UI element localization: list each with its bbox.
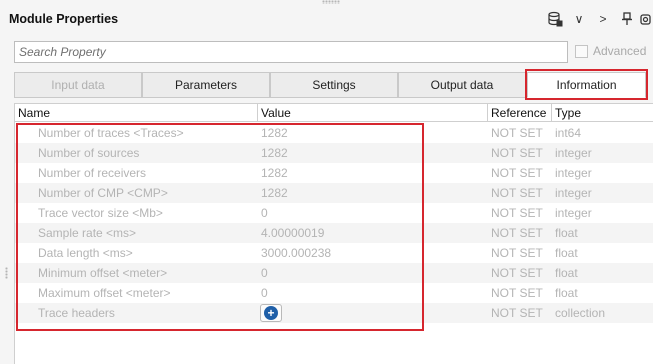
chevron-down-glyph: ∨	[574, 12, 584, 26]
row-reference: NOT SET	[491, 266, 543, 280]
table-row[interactable]: Trace headers + NOT SET collection	[15, 303, 653, 323]
tab-parameters[interactable]: Parameters	[142, 72, 270, 98]
column-header-name[interactable]: Name	[15, 104, 258, 122]
row-value[interactable]: 0	[261, 203, 268, 223]
table-row[interactable]: Number of sources 1282 NOT SET integer	[15, 143, 653, 163]
tab-settings[interactable]: Settings	[270, 72, 398, 98]
row-name: Number of CMP <CMP>	[38, 186, 168, 200]
tab-input-data-label: Input data	[51, 78, 105, 92]
row-type: integer	[555, 146, 592, 160]
row-value[interactable]: 0	[261, 283, 268, 303]
tab-bar: Input data Parameters Settings Output da…	[14, 72, 653, 98]
row-value[interactable]: 1282	[261, 163, 288, 183]
row-reference: NOT SET	[491, 246, 543, 260]
drag-grip-icon[interactable]	[322, 0, 340, 4]
panel-title: Module Properties	[9, 12, 119, 26]
row-name: Number of receivers	[38, 166, 147, 180]
row-value[interactable]: 1282	[261, 183, 288, 203]
row-reference: NOT SET	[491, 306, 543, 320]
table-row[interactable]: Number of receivers 1282 NOT SET integer	[15, 163, 653, 183]
side-splitter-grip[interactable]	[5, 267, 8, 279]
restore-icon[interactable]	[639, 9, 653, 29]
table-row[interactable]: Sample rate <ms> 4.00000019 NOT SET floa…	[15, 223, 653, 243]
row-type: integer	[555, 206, 592, 220]
chevron-right-icon[interactable]: >	[591, 9, 615, 29]
tab-settings-label: Settings	[312, 78, 356, 92]
grid-header: Name Value Reference Type	[15, 103, 653, 122]
row-name: Trace headers	[38, 306, 115, 320]
table-row[interactable]: Maximum offset <meter> 0 NOT SET float	[15, 283, 653, 303]
row-reference: NOT SET	[491, 146, 543, 160]
row-value[interactable]: 3000.000238	[261, 243, 331, 263]
row-reference: NOT SET	[491, 226, 543, 240]
table-row[interactable]: Number of traces <Traces> 1282 NOT SET i…	[15, 123, 653, 143]
tab-output-data-label: Output data	[430, 78, 494, 92]
property-grid: Name Value Reference Type Number of trac…	[14, 103, 653, 364]
table-row[interactable]: Minimum offset <meter> 0 NOT SET float	[15, 263, 653, 283]
advanced-checkbox-label: Advanced	[593, 44, 647, 58]
plus-icon: +	[264, 306, 278, 320]
add-trace-header-button[interactable]: +	[260, 304, 282, 322]
row-type: collection	[555, 306, 606, 320]
row-reference: NOT SET	[491, 186, 543, 200]
row-name: Data length <ms>	[38, 246, 133, 260]
row-name: Number of sources	[38, 146, 140, 160]
table-row[interactable]: Trace vector size <Mb> 0 NOT SET integer	[15, 203, 653, 223]
column-header-reference[interactable]: Reference	[488, 104, 552, 122]
tab-information-label: Information	[556, 78, 617, 92]
row-type: int64	[555, 126, 582, 140]
database-icon[interactable]	[543, 9, 567, 29]
row-name: Minimum offset <meter>	[38, 266, 168, 280]
row-name: Number of traces <Traces>	[38, 126, 184, 140]
table-row[interactable]: Number of CMP <CMP> 1282 NOT SET integer	[15, 183, 653, 203]
panel-toolbar: ∨ >	[543, 9, 653, 29]
table-row[interactable]: Data length <ms> 3000.000238 NOT SET flo…	[15, 243, 653, 263]
row-value[interactable]: 1282	[261, 143, 288, 163]
tab-information[interactable]: Information	[527, 72, 646, 98]
advanced-checkbox[interactable]: Advanced	[575, 44, 646, 58]
tab-parameters-label: Parameters	[174, 78, 238, 92]
row-type: float	[555, 246, 578, 260]
row-type: integer	[555, 166, 592, 180]
row-type: integer	[555, 186, 592, 200]
row-type: float	[555, 266, 578, 280]
advanced-checkbox-box[interactable]	[575, 44, 588, 58]
chevron-down-icon[interactable]: ∨	[567, 9, 591, 29]
row-reference: NOT SET	[491, 126, 543, 140]
row-reference: NOT SET	[491, 206, 543, 220]
chevron-right-glyph: >	[599, 12, 607, 26]
column-header-type[interactable]: Type	[552, 104, 653, 122]
row-reference: NOT SET	[491, 286, 543, 300]
search-property-input[interactable]	[14, 41, 568, 63]
row-name: Trace vector size <Mb>	[38, 206, 163, 220]
row-name: Maximum offset <meter>	[38, 286, 171, 300]
row-type: float	[555, 226, 578, 240]
pin-icon[interactable]	[615, 9, 639, 29]
row-type: float	[555, 286, 578, 300]
tab-output-data[interactable]: Output data	[398, 72, 526, 98]
row-value[interactable]: 1282	[261, 123, 288, 143]
row-reference: NOT SET	[491, 166, 543, 180]
tab-input-data[interactable]: Input data	[14, 72, 142, 98]
row-value[interactable]: 0	[261, 263, 268, 283]
row-value[interactable]: 4.00000019	[261, 223, 324, 243]
row-name: Sample rate <ms>	[38, 226, 137, 240]
column-header-value[interactable]: Value	[258, 104, 488, 122]
